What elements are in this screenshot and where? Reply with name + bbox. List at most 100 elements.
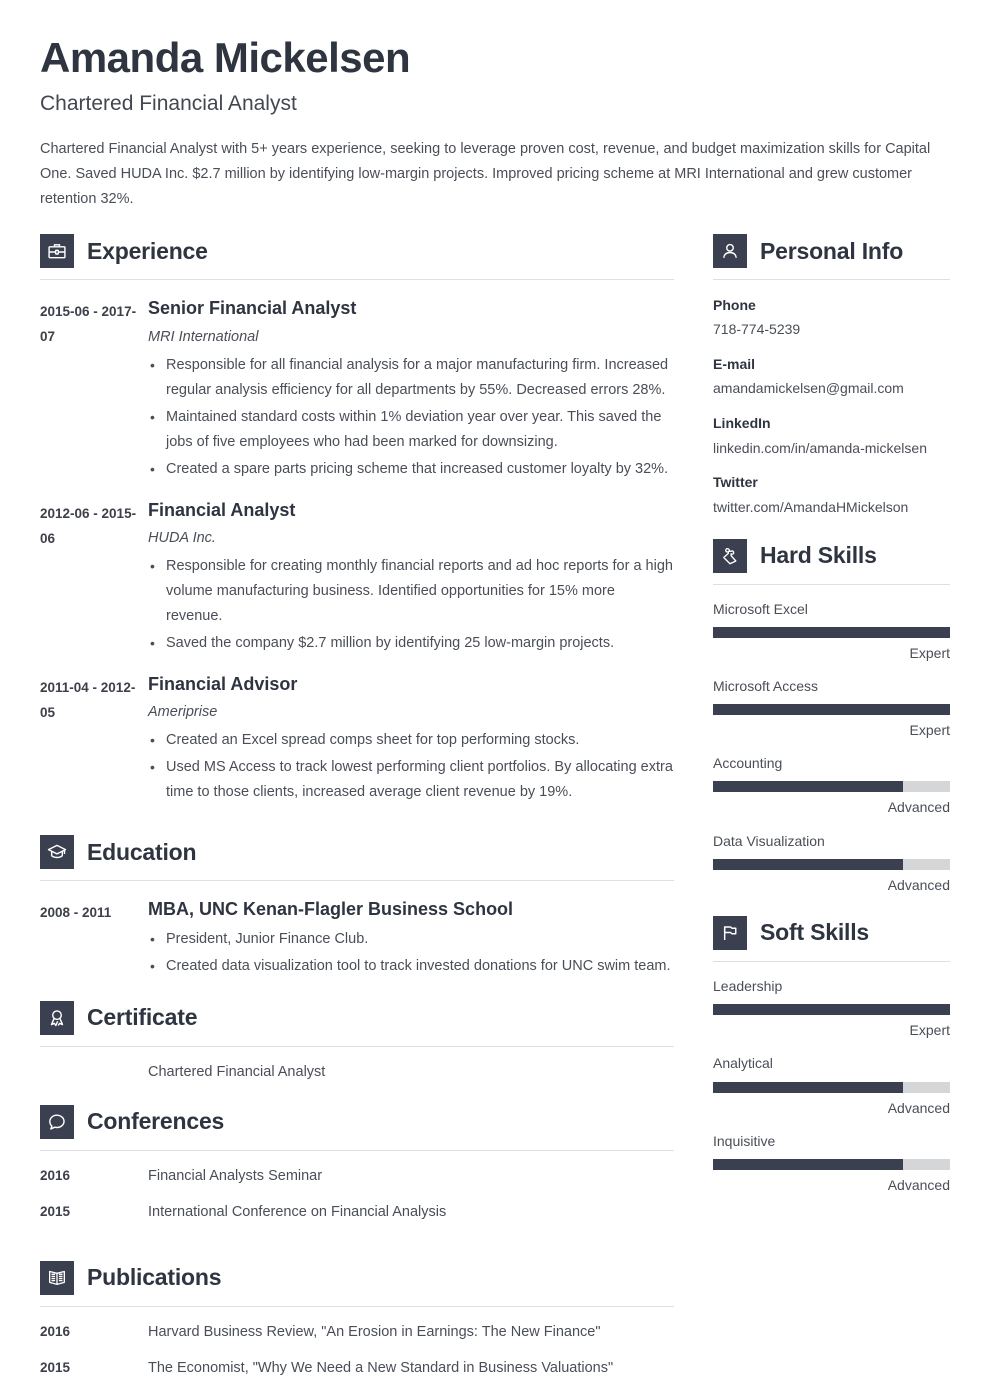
entry-body: Senior Financial Analyst MRI Internation… [148, 297, 674, 481]
section-experience: Experience 2015-06 - 2017-07 Senior Fina… [40, 234, 674, 805]
publication-item: 2015 The Economist, "Why We Need a New S… [40, 1357, 674, 1379]
bullet-item: Created an Excel spread comps sheet for … [148, 728, 674, 753]
education-entry: 2008 - 2011 MBA, UNC Kenan-Flagler Busin… [40, 898, 674, 979]
entry-bullets: President, Junior Finance Club. Created … [148, 927, 674, 979]
skill-bar-track [713, 781, 950, 793]
skill-level: Advanced [887, 799, 950, 816]
skill-level: Advanced [887, 876, 950, 893]
item-year: 2015 [40, 1203, 71, 1219]
skill-item: Analytical Advanced [713, 1054, 950, 1116]
skill-item: Accounting Advanced [713, 754, 950, 816]
skill-name: Microsoft Excel [713, 600, 808, 617]
section-title: Publications [87, 1264, 222, 1291]
item-text: International Conference on Financial An… [148, 1203, 447, 1220]
info-field-twitter: Twitter twitter.com/AmandaHMickelson [713, 473, 950, 516]
entry-title: Senior Financial Analyst [148, 298, 357, 319]
info-label: Twitter [713, 474, 758, 491]
entry-organization: Ameriprise [148, 704, 218, 721]
bullet-item: Responsible for creating monthly financi… [148, 554, 674, 629]
entry-date: 2008 - 2011 [40, 905, 112, 921]
entry-bullets: Responsible for all financial analysis f… [148, 353, 674, 482]
bullet-item: Created a spare parts pricing scheme tha… [148, 457, 674, 482]
item-text: Financial Analysts Seminar [148, 1167, 323, 1184]
section-hard-skills: Hard Skills Microsoft Excel Expert Micro… [713, 538, 950, 895]
experience-entry: 2011-04 - 2012-05 Financial Advisor Amer… [40, 673, 674, 805]
flag-icon [713, 916, 747, 951]
conference-item: 2016 Financial Analysts Seminar [40, 1165, 674, 1187]
skill-bar-fill [713, 858, 903, 870]
section-soft-skills: Soft Skills Leadership Expert Analytical… [713, 916, 950, 1194]
section-title: Conferences [87, 1108, 225, 1135]
award-medal-icon [40, 1000, 74, 1035]
section-personal-info: Personal Info Phone 718-774-5239 E-mail … [713, 234, 950, 516]
speech-bubble-icon [40, 1104, 74, 1139]
certificate-item: Chartered Financial Analyst [40, 1061, 674, 1083]
section-header: Education [40, 835, 674, 870]
section-divider [713, 961, 950, 963]
entry-body: Financial Analyst HUDA Inc. Responsible … [148, 499, 674, 656]
person-icon [713, 234, 747, 269]
bullet-item: Created data visualization tool to track… [148, 954, 674, 979]
sidebar-column: Personal Info Phone 718-774-5239 E-mail … [713, 234, 950, 1194]
skill-bar-fill [713, 626, 950, 638]
section-education: Education 2008 - 2011 MBA, UNC Kenan-Fla… [40, 835, 674, 979]
skill-name: Accounting [713, 755, 783, 772]
bullet-item: Maintained standard costs within 1% devi… [148, 405, 674, 455]
section-header: Hard Skills [713, 538, 950, 573]
section-divider [40, 880, 674, 882]
info-value[interactable]: linkedin.com/in/amanda-mickelsen [713, 439, 950, 458]
entry-title: MBA, UNC Kenan-Flagler Business School [148, 899, 514, 920]
info-field-phone: Phone 718-774-5239 [713, 296, 950, 339]
section-title: Experience [87, 237, 208, 264]
section-publications: Publications 2016 Harvard Business Revie… [40, 1260, 674, 1379]
skill-bar-track [713, 1004, 950, 1016]
entry-body: Financial Advisor Ameriprise Created an … [148, 673, 674, 805]
open-book-icon [40, 1260, 74, 1295]
skill-bar-fill [713, 1081, 903, 1093]
entry-bullets: Created an Excel spread comps sheet for … [148, 728, 674, 805]
item-text: Chartered Financial Analyst [148, 1063, 326, 1080]
info-label: E-mail [713, 356, 756, 373]
section-title: Certificate [87, 1004, 198, 1031]
experience-entry: 2015-06 - 2017-07 Senior Financial Analy… [40, 297, 674, 481]
info-value[interactable]: twitter.com/AmandaHMickelson [713, 498, 950, 517]
main-column: Experience 2015-06 - 2017-07 Senior Fina… [40, 234, 674, 1379]
bullet-item: Responsible for all financial analysis f… [148, 353, 674, 403]
entry-title: Financial Advisor [148, 673, 298, 694]
briefcase-icon [40, 234, 74, 269]
bullet-item: President, Junior Finance Club. [148, 927, 674, 952]
entry-organization: MRI International [148, 328, 259, 345]
info-label: LinkedIn [713, 415, 771, 432]
skill-bar-track [713, 858, 950, 870]
skill-level: Expert [909, 1022, 950, 1039]
skill-name: Analytical [713, 1055, 773, 1072]
job-title: Chartered Financial Analyst [40, 92, 297, 116]
section-divider [40, 1305, 674, 1307]
section-header: Conferences [40, 1104, 674, 1139]
skill-level: Expert [909, 644, 950, 661]
publication-item: 2016 Harvard Business Review, "An Erosio… [40, 1321, 674, 1343]
skill-item: Leadership Expert [713, 977, 950, 1039]
entry-date: 2011-04 - 2012-05 [40, 679, 136, 720]
conference-item: 2015 International Conference on Financi… [40, 1201, 674, 1223]
skill-bar-fill [713, 1158, 903, 1170]
section-conferences: Conferences 2016 Financial Analysts Semi… [40, 1104, 674, 1223]
skill-name: Leadership [713, 978, 783, 995]
section-header: Soft Skills [713, 916, 950, 951]
section-header: Experience [40, 234, 674, 269]
page-title: Amanda Mickelsen [40, 34, 411, 81]
info-label: Phone [713, 297, 756, 314]
section-title: Personal Info [760, 237, 904, 264]
entry-date: 2012-06 - 2015-06 [40, 505, 137, 546]
skill-level: Expert [909, 722, 950, 739]
info-value[interactable]: amandamickelsen@gmail.com [713, 379, 950, 398]
section-divider [40, 1045, 674, 1047]
resume-page: Amanda Mickelsen Chartered Financial Ana… [0, 0, 990, 1400]
skill-name: Microsoft Access [713, 677, 819, 694]
bullet-item: Used MS Access to track lowest performin… [148, 755, 674, 805]
section-divider [713, 279, 950, 281]
entry-organization: HUDA Inc. [148, 530, 216, 547]
entry-date: 2015-06 - 2017-07 [40, 304, 137, 345]
skill-item: Inquisitive Advanced [713, 1132, 950, 1194]
graduation-cap-icon [40, 835, 74, 870]
